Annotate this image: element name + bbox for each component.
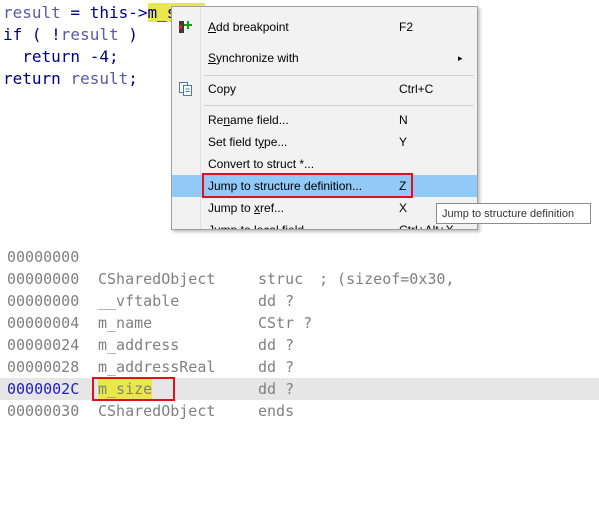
struct-field-type: dd ? bbox=[258, 358, 295, 376]
menu-item-synchronize-with[interactable]: Synchronize with ▸ bbox=[172, 47, 477, 69]
struct-address: 0000002C bbox=[7, 380, 80, 398]
struct-field-type: CStr ? bbox=[258, 314, 313, 332]
code-keyword: return bbox=[3, 69, 71, 88]
annotation-box bbox=[202, 173, 413, 198]
struct-field-name[interactable]: CSharedObject bbox=[98, 268, 215, 290]
code-keyword: if bbox=[3, 25, 23, 44]
tooltip: Jump to structure definition bbox=[436, 203, 591, 224]
struct-field-name[interactable]: __vftable bbox=[98, 290, 179, 312]
struct-field-type: ends bbox=[258, 402, 295, 420]
code-op: = bbox=[60, 3, 90, 22]
struct-address: 00000004 bbox=[7, 314, 80, 332]
annotation-box bbox=[92, 377, 175, 401]
struct-field-name[interactable]: CSharedObject bbox=[98, 400, 215, 422]
code-var[interactable]: result bbox=[3, 3, 61, 22]
struct-row[interactable]: 00000000 CSharedObject struc ; (sizeof=0… bbox=[0, 268, 599, 290]
menu-item-rename-field[interactable]: Rename field... N bbox=[172, 109, 477, 131]
struct-field-name[interactable]: m_name bbox=[98, 312, 152, 334]
struct-row[interactable]: 00000000 __vftable dd ? bbox=[0, 290, 599, 312]
copy-icon bbox=[179, 82, 192, 96]
code-var[interactable]: result bbox=[61, 25, 119, 44]
code-var[interactable]: result bbox=[70, 69, 128, 88]
menu-item-set-field-type[interactable]: Set field type... Y bbox=[172, 131, 477, 153]
shortcut-label: N bbox=[399, 113, 408, 127]
menu-item-jump-to-xref[interactable]: Jump to xref... X bbox=[172, 197, 477, 219]
struct-field-type: dd ? bbox=[258, 336, 295, 354]
struct-row[interactable]: 00000000 bbox=[0, 246, 599, 268]
code-arrow: -> bbox=[128, 3, 148, 22]
struct-address: 00000000 bbox=[7, 292, 80, 310]
struct-field-type: dd ? bbox=[258, 292, 295, 310]
code-keyword: this bbox=[89, 3, 129, 22]
breakpoint-icon bbox=[179, 21, 192, 33]
struct-field-type: struc bbox=[258, 270, 304, 288]
struct-address: 00000000 bbox=[7, 248, 80, 266]
shortcut-label: Y bbox=[399, 135, 408, 149]
struct-address: 00000028 bbox=[7, 358, 80, 376]
struct-address: 00000030 bbox=[7, 402, 80, 420]
menu-item-jump-to-local-field[interactable]: Jump to local field... Ctrl+Alt+X bbox=[172, 219, 477, 229]
code-op: ) bbox=[118, 25, 138, 44]
code-line-4[interactable]: return result; bbox=[3, 68, 138, 90]
shortcut-label: X bbox=[399, 201, 408, 215]
struct-row-selected[interactable]: 0000002C m_size dd ? bbox=[0, 378, 599, 400]
menu-item-add-breakpoint[interactable]: Add breakpoint F2 bbox=[172, 16, 477, 38]
menu-item-convert-to-struct[interactable]: Convert to struct *... bbox=[172, 153, 477, 175]
struct-address: 00000024 bbox=[7, 336, 80, 354]
struct-row[interactable]: 00000024 m_address dd ? bbox=[0, 334, 599, 356]
menu-item-copy[interactable]: Copy Ctrl+C bbox=[172, 78, 477, 100]
code-line-2[interactable]: if ( !result ) bbox=[3, 24, 138, 46]
shortcut-label: Ctrl+C bbox=[399, 82, 434, 96]
code-op: ( ! bbox=[22, 25, 61, 44]
menu-separator bbox=[204, 105, 474, 106]
struct-row[interactable]: 00000028 m_addressReal dd ? bbox=[0, 356, 599, 378]
context-menu[interactable]: Add breakpoint F2 Synchronize with ▸ Cop… bbox=[171, 6, 478, 230]
menu-separator bbox=[204, 75, 474, 76]
code-line-3[interactable]: return -4; bbox=[3, 46, 119, 68]
shortcut-label: F2 bbox=[399, 20, 414, 34]
structure-view[interactable]: 00000000 00000000 CSharedObject struc ; … bbox=[0, 240, 599, 426]
code-tail: ; bbox=[128, 69, 138, 88]
code-text: return -4; bbox=[3, 47, 119, 66]
struct-address: 00000000 bbox=[7, 270, 80, 288]
struct-row[interactable]: 00000030 CSharedObject ends bbox=[0, 400, 599, 422]
struct-field-type: dd ? bbox=[258, 380, 295, 398]
struct-field-name[interactable]: m_address bbox=[98, 334, 179, 356]
struct-comment: ; (sizeof=0x30, bbox=[319, 270, 455, 288]
struct-field-name[interactable]: m_addressReal bbox=[98, 356, 215, 378]
submenu-arrow-icon: ▸ bbox=[458, 53, 463, 63]
struct-row[interactable]: 00000004 m_name CStr ? bbox=[0, 312, 599, 334]
